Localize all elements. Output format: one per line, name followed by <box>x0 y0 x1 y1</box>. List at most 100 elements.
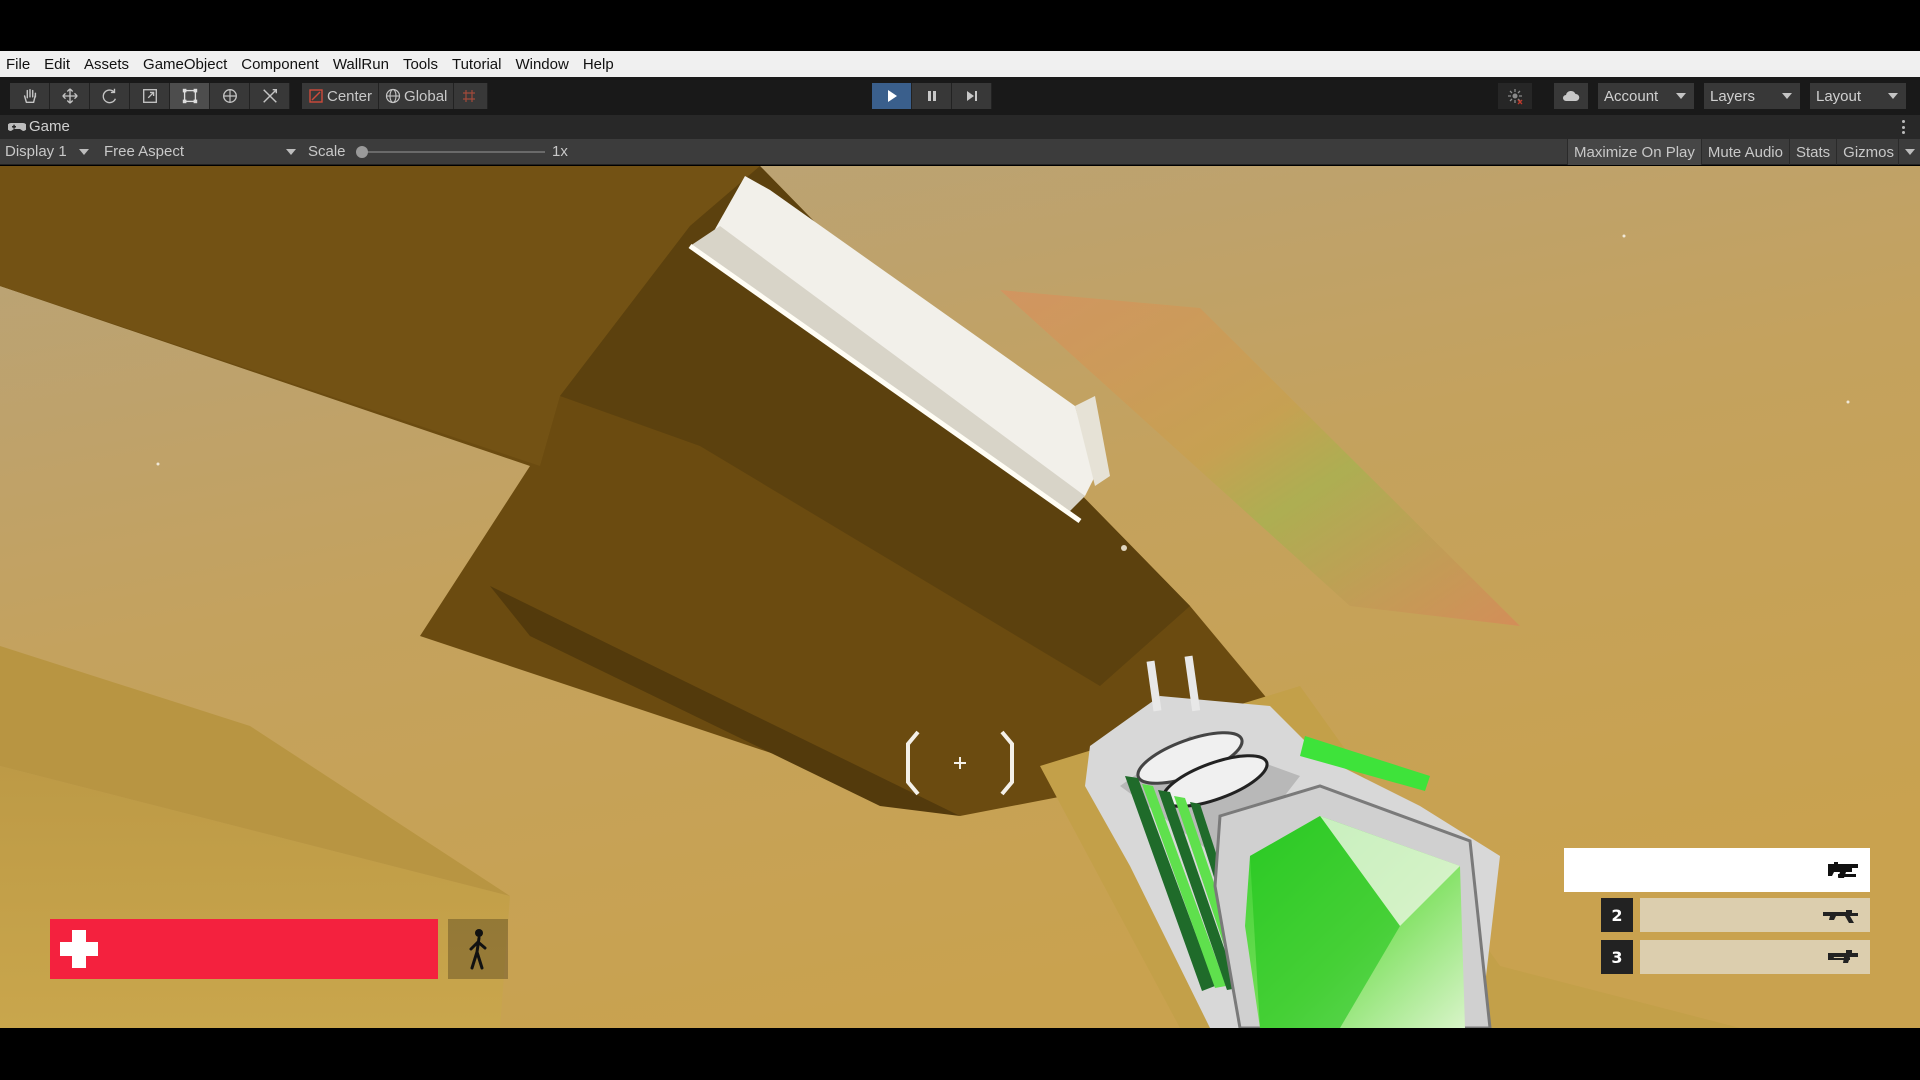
mute-audio-toggle[interactable]: Mute Audio <box>1700 139 1789 165</box>
stats-toggle[interactable]: Stats <box>1788 139 1836 165</box>
menu-bar: File Edit Assets GameObject Component Wa… <box>0 51 1920 77</box>
weapon-slot-1 <box>1564 848 1870 892</box>
chevron-down-icon <box>1676 93 1686 99</box>
scale-slider-thumb[interactable] <box>356 146 368 158</box>
chevron-down-icon <box>286 148 296 155</box>
pause-icon <box>927 91 936 101</box>
cloud-icon <box>1563 90 1580 101</box>
layout-label: Layout <box>1816 87 1862 105</box>
custom-tool-button[interactable] <box>250 83 290 109</box>
tab-game[interactable]: Game <box>8 118 70 135</box>
particle-dot <box>156 462 160 466</box>
rifle-icon <box>1823 910 1858 923</box>
scale-value: 1x <box>552 143 568 160</box>
play-icon <box>887 90 897 102</box>
menu-gameobject[interactable]: GameObject <box>143 56 227 73</box>
collab-icon <box>1508 89 1523 105</box>
health-cross-icon <box>60 930 98 968</box>
scale-tool-button[interactable] <box>130 83 170 109</box>
transform-tools <box>10 83 290 109</box>
crosshair-center <box>954 757 966 769</box>
menu-assets[interactable]: Assets <box>84 56 129 73</box>
pivot-center-icon <box>309 89 323 103</box>
collab-button[interactable] <box>1498 83 1532 109</box>
aspect-label: Free Aspect <box>104 143 185 160</box>
step-icon <box>966 91 977 101</box>
gizmos-dropdown[interactable] <box>1898 139 1920 165</box>
menu-wallrun[interactable]: WallRun <box>333 56 389 73</box>
crosshair-right-bracket <box>1000 730 1014 796</box>
pivot-tools: Center Global <box>302 83 489 109</box>
move-tool-icon <box>61 88 78 104</box>
weapon-slot-3-number: 3 <box>1601 940 1633 974</box>
grid-snap-icon <box>463 90 476 102</box>
toolbar-right: Account Layers Layout <box>1498 83 1906 109</box>
account-dropdown[interactable]: Account <box>1598 83 1694 109</box>
snap-button[interactable] <box>454 83 489 109</box>
hand-tool-icon <box>23 88 36 104</box>
menu-component[interactable]: Component <box>241 56 319 73</box>
smg-icon <box>1828 950 1858 963</box>
scale-slider-track[interactable] <box>360 151 545 153</box>
globe-icon <box>385 88 401 104</box>
scale-label: Scale <box>308 143 346 160</box>
main-toolbar: Center Global Account Layers Layout <box>0 77 1920 115</box>
pause-button[interactable] <box>912 83 952 109</box>
rect-tool-icon <box>182 88 197 104</box>
pivot-mode-button[interactable]: Center <box>302 83 380 109</box>
transform-tool-icon <box>222 89 237 103</box>
cloud-button[interactable] <box>1554 83 1588 109</box>
game-tab-bar: Game <box>0 115 1920 139</box>
weapon-slot-3 <box>1640 940 1870 974</box>
crosshair-left-bracket <box>906 730 920 796</box>
layout-dropdown[interactable]: Layout <box>1810 83 1906 109</box>
rect-tool-button[interactable] <box>170 83 210 109</box>
game-tab-label: Game <box>29 118 70 135</box>
move-tool-button[interactable] <box>50 83 90 109</box>
rotate-tool-icon <box>102 88 116 104</box>
custom-tool-icon <box>262 88 277 103</box>
playmode-controls <box>872 83 992 109</box>
transform-tool-button[interactable] <box>210 83 250 109</box>
pivot-rotation-label: Global <box>404 87 448 105</box>
hand-tool-button[interactable] <box>10 83 50 109</box>
shotgun-icon <box>1828 862 1858 878</box>
layers-label: Layers <box>1710 87 1756 105</box>
step-button[interactable] <box>952 83 992 109</box>
particle-dot <box>1846 400 1850 404</box>
crosshair <box>906 730 1014 796</box>
aspect-dropdown[interactable]: Free Aspect <box>104 143 296 160</box>
weapon-slot-2-number: 2 <box>1601 898 1633 932</box>
pivot-mode-label: Center <box>327 87 373 105</box>
menu-edit[interactable]: Edit <box>44 56 70 73</box>
menu-window[interactable]: Window <box>515 56 568 73</box>
letterbox-top <box>0 0 1920 51</box>
running-person-icon <box>469 929 487 970</box>
display-dropdown[interactable]: Display 1 <box>5 143 89 160</box>
chevron-down-icon <box>1904 149 1915 155</box>
rotate-tool-button[interactable] <box>90 83 130 109</box>
gizmos-toggle[interactable]: Gizmos <box>1836 139 1898 165</box>
gamepad-icon <box>8 122 26 131</box>
menu-tutorial[interactable]: Tutorial <box>452 56 501 73</box>
game-view-bar: Display 1 Free Aspect Scale 1x Maximize … <box>0 139 1920 165</box>
menu-tools[interactable]: Tools <box>403 56 438 73</box>
tab-menu-icon[interactable] <box>1902 120 1906 134</box>
pivot-rotation-button[interactable]: Global <box>379 83 455 109</box>
account-label: Account <box>1604 87 1659 105</box>
layers-dropdown[interactable]: Layers <box>1704 83 1800 109</box>
gizmos-label: Gizmos <box>1843 143 1894 161</box>
particle-dot <box>1622 234 1626 238</box>
particle-dot <box>1121 545 1127 551</box>
chevron-down-icon <box>78 148 89 155</box>
stance-indicator <box>448 919 508 979</box>
chevron-down-icon <box>1782 93 1792 99</box>
weapon-slot-2 <box>1640 898 1870 932</box>
scale-tool-icon <box>142 89 157 103</box>
menu-help[interactable]: Help <box>583 56 614 73</box>
health-bar <box>50 919 438 979</box>
play-button[interactable] <box>872 83 912 109</box>
menu-file[interactable]: File <box>6 56 30 73</box>
maximize-on-play-toggle[interactable]: Maximize On Play <box>1567 139 1701 165</box>
game-view-options: Maximize On Play Mute Audio Stats Gizmos <box>1567 139 1920 165</box>
